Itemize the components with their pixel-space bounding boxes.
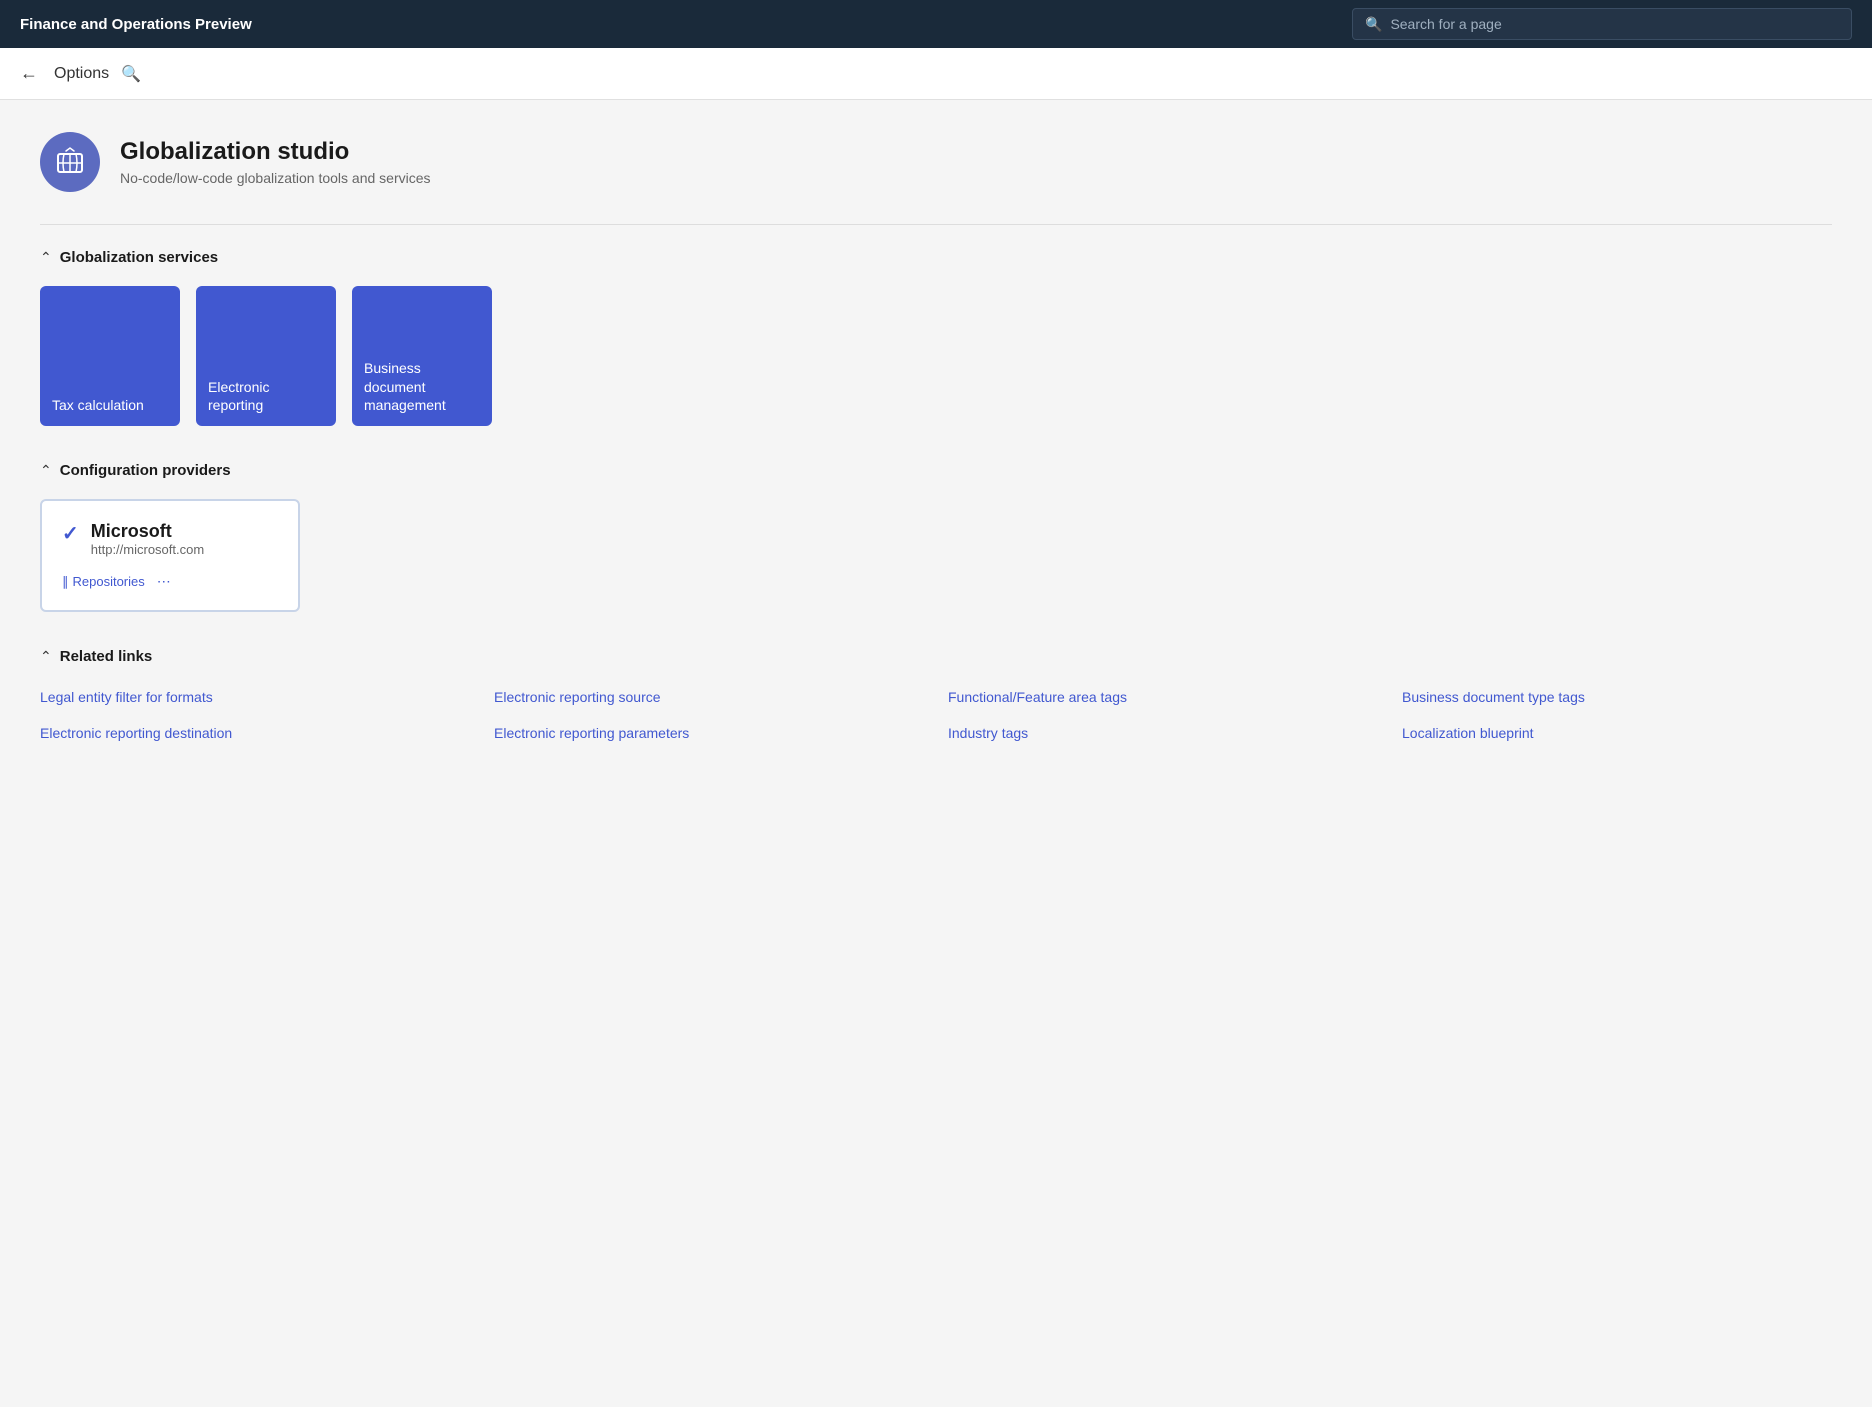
related-link-6[interactable]: Industry tags bbox=[948, 721, 1378, 745]
section-header-globalization: ⌃ Globalization services bbox=[40, 249, 1832, 266]
page-header: Globalization studio No-code/low-code gl… bbox=[40, 132, 1832, 192]
provider-header: ✓ Microsoft http://microsoft.com bbox=[62, 521, 278, 557]
globalization-services-title: Globalization services bbox=[60, 249, 218, 266]
divider-1 bbox=[40, 224, 1832, 225]
service-tiles-row: Tax calculation Electronic reporting Bus… bbox=[40, 286, 1832, 426]
business-document-management-tile[interactable]: Business document management bbox=[352, 286, 492, 426]
globalization-services-toggle[interactable]: ⌃ bbox=[40, 249, 52, 266]
page-subtitle: No-code/low-code globalization tools and… bbox=[120, 170, 431, 186]
related-link-5[interactable]: Electronic reporting parameters bbox=[494, 721, 924, 745]
search-options-button[interactable]: 🔍 bbox=[121, 64, 141, 84]
related-link-3[interactable]: Business document type tags bbox=[1402, 685, 1832, 709]
global-search[interactable]: 🔍 bbox=[1352, 8, 1852, 40]
tax-calculation-tile[interactable]: Tax calculation bbox=[40, 286, 180, 426]
globe-box-icon bbox=[54, 146, 86, 178]
options-label: Options bbox=[54, 65, 109, 83]
top-nav: Finance and Operations Preview 🔍 bbox=[0, 0, 1872, 48]
page-icon bbox=[40, 132, 100, 192]
related-link-4[interactable]: Electronic reporting destination bbox=[40, 721, 470, 745]
related-links-toggle[interactable]: ⌃ bbox=[40, 648, 52, 665]
microsoft-provider-card[interactable]: ✓ Microsoft http://microsoft.com ∥ Repos… bbox=[40, 499, 300, 612]
provider-footer: ∥ Repositories ⋯ bbox=[62, 573, 278, 590]
related-link-1[interactable]: Electronic reporting source bbox=[494, 685, 924, 709]
search-icon: 🔍 bbox=[1365, 16, 1382, 33]
related-links-title: Related links bbox=[60, 648, 153, 665]
page-title-group: Globalization studio No-code/low-code gl… bbox=[120, 138, 431, 186]
configuration-providers-toggle[interactable]: ⌃ bbox=[40, 462, 52, 479]
configuration-providers-title: Configuration providers bbox=[60, 462, 231, 479]
globalization-services-section: ⌃ Globalization services Tax calculation… bbox=[40, 249, 1832, 426]
provider-more-button[interactable]: ⋯ bbox=[157, 573, 173, 590]
sub-nav: ← Options 🔍 bbox=[0, 48, 1872, 100]
related-links-grid: Legal entity filter for formats Electron… bbox=[40, 685, 1832, 745]
main-content: Globalization studio No-code/low-code gl… bbox=[0, 100, 1872, 1407]
provider-name: Microsoft bbox=[91, 521, 204, 542]
repositories-link[interactable]: ∥ Repositories bbox=[62, 574, 145, 590]
repositories-icon: ∥ bbox=[62, 574, 69, 590]
app-title: Finance and Operations Preview bbox=[20, 16, 252, 33]
configuration-providers-section: ⌃ Configuration providers ✓ Microsoft ht… bbox=[40, 462, 1832, 612]
section-header-config: ⌃ Configuration providers bbox=[40, 462, 1832, 479]
section-header-related: ⌃ Related links bbox=[40, 648, 1832, 665]
back-button[interactable]: ← bbox=[16, 59, 42, 88]
check-icon: ✓ bbox=[62, 521, 79, 546]
related-link-7[interactable]: Localization blueprint bbox=[1402, 721, 1832, 745]
electronic-reporting-tile[interactable]: Electronic reporting bbox=[196, 286, 336, 426]
search-input[interactable] bbox=[1390, 16, 1839, 32]
related-links-section: ⌃ Related links Legal entity filter for … bbox=[40, 648, 1832, 745]
page-title: Globalization studio bbox=[120, 138, 431, 166]
related-link-0[interactable]: Legal entity filter for formats bbox=[40, 685, 470, 709]
provider-url: http://microsoft.com bbox=[91, 542, 204, 557]
provider-info: Microsoft http://microsoft.com bbox=[91, 521, 204, 557]
related-link-2[interactable]: Functional/Feature area tags bbox=[948, 685, 1378, 709]
